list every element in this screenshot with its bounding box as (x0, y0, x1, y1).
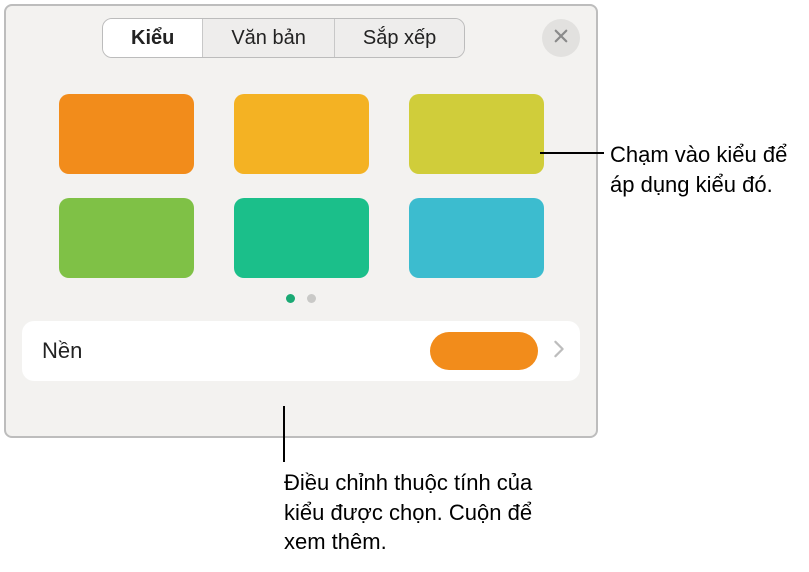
style-swatch[interactable] (409, 94, 544, 174)
style-swatch[interactable] (234, 198, 369, 278)
callout-text: Điều chỉnh thuộc tính của kiểu được chọn… (284, 468, 564, 557)
page-dot[interactable] (307, 294, 316, 303)
close-icon (552, 27, 570, 50)
tab-style[interactable]: Kiểu (103, 19, 203, 57)
callout-leader (540, 152, 604, 154)
format-panel: Kiểu Văn bản Sắp xếp Nền (4, 4, 598, 438)
page-dot[interactable] (286, 294, 295, 303)
style-swatch-grid (6, 66, 596, 292)
callout-leader (283, 406, 285, 462)
panel-header: Kiểu Văn bản Sắp xếp (6, 6, 596, 66)
chevron-right-icon (552, 340, 566, 363)
callout-text: Chạm vào kiểu để áp dụng kiểu đó. (610, 140, 800, 199)
close-button[interactable] (542, 19, 580, 57)
segmented-control: Kiểu Văn bản Sắp xếp (102, 18, 465, 58)
style-swatch[interactable] (409, 198, 544, 278)
page-indicator (6, 292, 596, 313)
fill-label: Nền (42, 338, 430, 364)
fill-current-color (430, 332, 538, 370)
style-swatch[interactable] (59, 94, 194, 174)
tab-arrange[interactable]: Sắp xếp (335, 19, 464, 57)
tab-text[interactable]: Văn bản (203, 19, 335, 57)
fill-row[interactable]: Nền (22, 321, 580, 381)
style-swatch[interactable] (234, 94, 369, 174)
style-swatch[interactable] (59, 198, 194, 278)
